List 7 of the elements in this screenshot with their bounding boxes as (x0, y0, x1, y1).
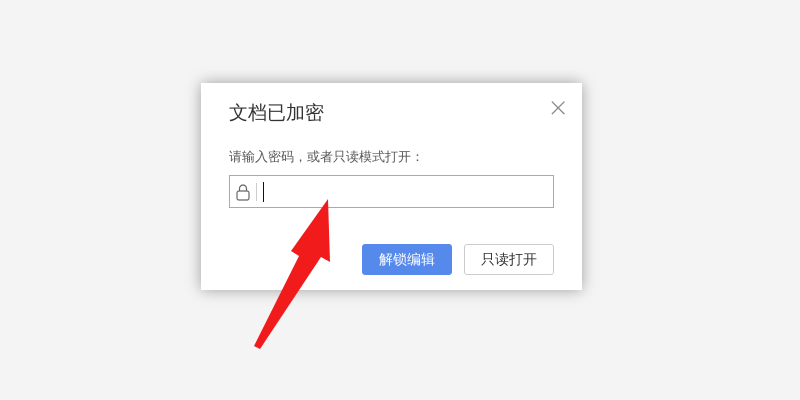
dialog-title: 文档已加密 (229, 101, 324, 126)
password-field[interactable] (229, 175, 554, 208)
unlock-button[interactable]: 解锁编辑 (362, 244, 452, 275)
lock-icon (236, 182, 250, 200)
prompt-text: 请输入密码，或者只读模式打开： (229, 149, 424, 166)
close-button[interactable]: × (547, 95, 569, 121)
read-only-button[interactable]: 只读打开 (464, 244, 554, 275)
